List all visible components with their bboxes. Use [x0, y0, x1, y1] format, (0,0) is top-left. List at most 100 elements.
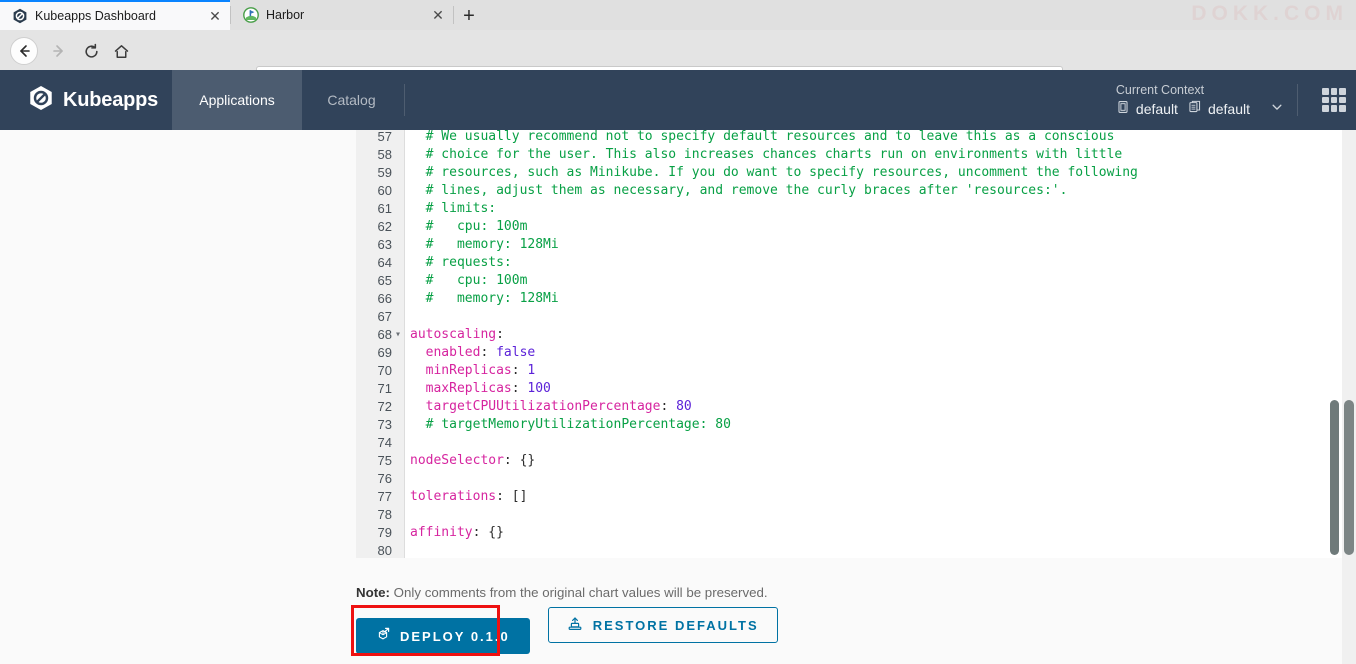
close-icon[interactable]: ✕	[206, 7, 224, 25]
cluster-name: default	[1135, 100, 1178, 117]
editor-note-text: Only comments from the original chart va…	[389, 585, 768, 600]
deploy-button-label: DEPLOY 0.1.0	[400, 628, 510, 644]
editor-line-text: tolerations: []	[410, 489, 528, 504]
page-scrollbar-track[interactable]	[1342, 130, 1356, 664]
editor-line[interactable]: 62 # cpu: 100m	[356, 218, 1347, 236]
browser-tab-harbor[interactable]: Harbor ✕	[231, 0, 453, 30]
editor-line-number: 64	[377, 255, 392, 270]
watermark: DOKK.COM	[1191, 2, 1348, 25]
browser-tab-title: Kubeapps Dashboard	[35, 9, 156, 23]
editor-note-label: Note:	[356, 585, 390, 600]
editor-line[interactable]: 64 # requests:	[356, 254, 1347, 272]
editor-line[interactable]: 67	[356, 308, 1347, 326]
forward-arrow-icon	[46, 38, 72, 64]
kubeapps-header: Kubeapps Applications Catalog Current Co…	[0, 70, 1356, 130]
action-button-row: DEPLOY 0.1.0 RESTORE DEFAULTS	[356, 607, 778, 654]
restore-icon	[567, 616, 583, 635]
editor-line-number: 77	[377, 489, 392, 504]
context-namespace[interactable]: default	[1188, 100, 1250, 117]
editor-line[interactable]: 75 nodeSelector: {}	[356, 452, 1347, 470]
main-content: 57 # We usually recommend not to specify…	[0, 130, 1356, 664]
editor-line-text: # We usually recommend not to specify de…	[410, 130, 1115, 144]
chevron-down-icon[interactable]	[1270, 100, 1284, 117]
editor-line[interactable]: 61 # limits:	[356, 200, 1347, 218]
editor-line-number: 79	[377, 525, 392, 540]
editor-line[interactable]: 80	[356, 542, 1347, 558]
editor-line-text: # limits:	[410, 201, 497, 216]
browser-chrome: Kubeapps Dashboard ✕ Harbor ✕ + DOKK.COM	[0, 0, 1356, 94]
editor-line[interactable]: 65 # cpu: 100m	[356, 272, 1347, 290]
browser-tabstrip: Kubeapps Dashboard ✕ Harbor ✕ +	[0, 0, 1356, 30]
editor-line-number: 63	[377, 237, 392, 252]
browser-tab-kubeapps[interactable]: Kubeapps Dashboard ✕	[0, 0, 230, 30]
fold-toggle-icon[interactable]: ▾	[394, 326, 402, 344]
editor-line-number: 80	[377, 543, 392, 558]
editor-line-text: nodeSelector: {}	[410, 453, 536, 468]
editor-line-number: 66	[377, 291, 392, 306]
editor-line-number: 76	[377, 471, 392, 486]
editor-line-text: targetCPUUtilizationPercentage: 80	[410, 399, 692, 414]
restore-defaults-button[interactable]: RESTORE DEFAULTS	[547, 607, 778, 643]
editor-line-number: 67	[377, 309, 392, 324]
editor-line-number: 73	[377, 417, 392, 432]
editor-line-number: 62	[377, 219, 392, 234]
browser-tab-title: Harbor	[266, 8, 305, 22]
page-scrollbar-thumb[interactable]	[1344, 400, 1354, 555]
editor-line[interactable]: 78	[356, 506, 1347, 524]
editor-line-text: # requests:	[410, 255, 512, 270]
current-context[interactable]: Current Context default default	[1116, 70, 1284, 130]
editor-line[interactable]: 73 # targetMemoryUtilizationPercentage: …	[356, 416, 1347, 434]
editor-line[interactable]: 77 tolerations: []	[356, 488, 1347, 506]
editor-line-text: # memory: 128Mi	[410, 291, 559, 306]
editor-line[interactable]: 71 maxReplicas: 100	[356, 380, 1347, 398]
editor-line[interactable]: 63 # memory: 128Mi	[356, 236, 1347, 254]
close-icon[interactable]: ✕	[429, 6, 447, 24]
editor-line-number: 57	[377, 130, 392, 144]
editor-line-text: # targetMemoryUtilizationPercentage: 80	[410, 417, 731, 432]
editor-line[interactable]: 59 # resources, such as Minikube. If you…	[356, 164, 1347, 182]
editor-line-number: 75	[377, 453, 392, 468]
editor-line-text: # cpu: 100m	[410, 273, 528, 288]
editor-line[interactable]: 70 minReplicas: 1	[356, 362, 1347, 380]
new-tab-button[interactable]: +	[456, 4, 482, 28]
editor-line-text: maxReplicas: 100	[410, 381, 551, 396]
editor-line[interactable]: 72 targetCPUUtilizationPercentage: 80	[356, 398, 1347, 416]
nav-tab-applications[interactable]: Applications	[172, 70, 302, 130]
editor-line[interactable]: 76	[356, 470, 1347, 488]
editor-line-number: 74	[377, 435, 392, 450]
editor-line-text: # lines, adjust them as necessary, and r…	[410, 183, 1068, 198]
harbor-icon	[243, 7, 259, 23]
editor-line[interactable]: 79 affinity: {}	[356, 524, 1347, 542]
editor-line-number: 70	[377, 363, 392, 378]
editor-line[interactable]: 66 # memory: 128Mi	[356, 290, 1347, 308]
back-arrow-icon[interactable]	[10, 37, 38, 65]
namespace-name: default	[1207, 100, 1250, 117]
grid-apps-icon[interactable]	[1322, 88, 1346, 112]
editor-line[interactable]: 58 # choice for the user. This also incr…	[356, 146, 1347, 164]
editor-line[interactable]: 57 # We usually recommend not to specify…	[356, 130, 1347, 146]
editor-line-text: autoscaling:	[410, 327, 504, 342]
editor-line[interactable]: 69 enabled: false	[356, 344, 1347, 362]
namespace-icon	[1188, 100, 1202, 117]
deploy-button[interactable]: DEPLOY 0.1.0	[356, 618, 530, 654]
editor-scrollbar-thumb[interactable]	[1330, 400, 1339, 555]
editor-line-number: 68	[377, 327, 392, 342]
context-cluster[interactable]: default	[1116, 100, 1178, 117]
editor-note: Note: Only comments from the original ch…	[356, 585, 768, 600]
restore-defaults-label: RESTORE DEFAULTS	[592, 617, 759, 633]
home-icon[interactable]	[108, 38, 134, 64]
editor-line-number: 78	[377, 507, 392, 522]
yaml-values-editor[interactable]: 57 # We usually recommend not to specify…	[356, 130, 1347, 558]
reload-icon[interactable]	[78, 38, 104, 64]
editor-line[interactable]: 74	[356, 434, 1347, 452]
editor-line-text: # cpu: 100m	[410, 219, 528, 234]
editor-code-area[interactable]: 57 # We usually recommend not to specify…	[356, 130, 1347, 558]
brand-logo[interactable]: Kubeapps	[28, 70, 158, 130]
nav-tab-catalog[interactable]: Catalog	[302, 70, 401, 130]
editor-line[interactable]: 60 # lines, adjust them as necessary, an…	[356, 182, 1347, 200]
editor-line-text: # choice for the user. This also increas…	[410, 147, 1123, 162]
browser-navigation-toolbar: kubeapps.westos.org/#/c/default/ns/defau…	[0, 30, 1356, 94]
kubeapps-icon	[12, 8, 28, 24]
editor-line[interactable]: 68 ▾ autoscaling:	[356, 326, 1347, 344]
nav-divider	[404, 84, 405, 116]
